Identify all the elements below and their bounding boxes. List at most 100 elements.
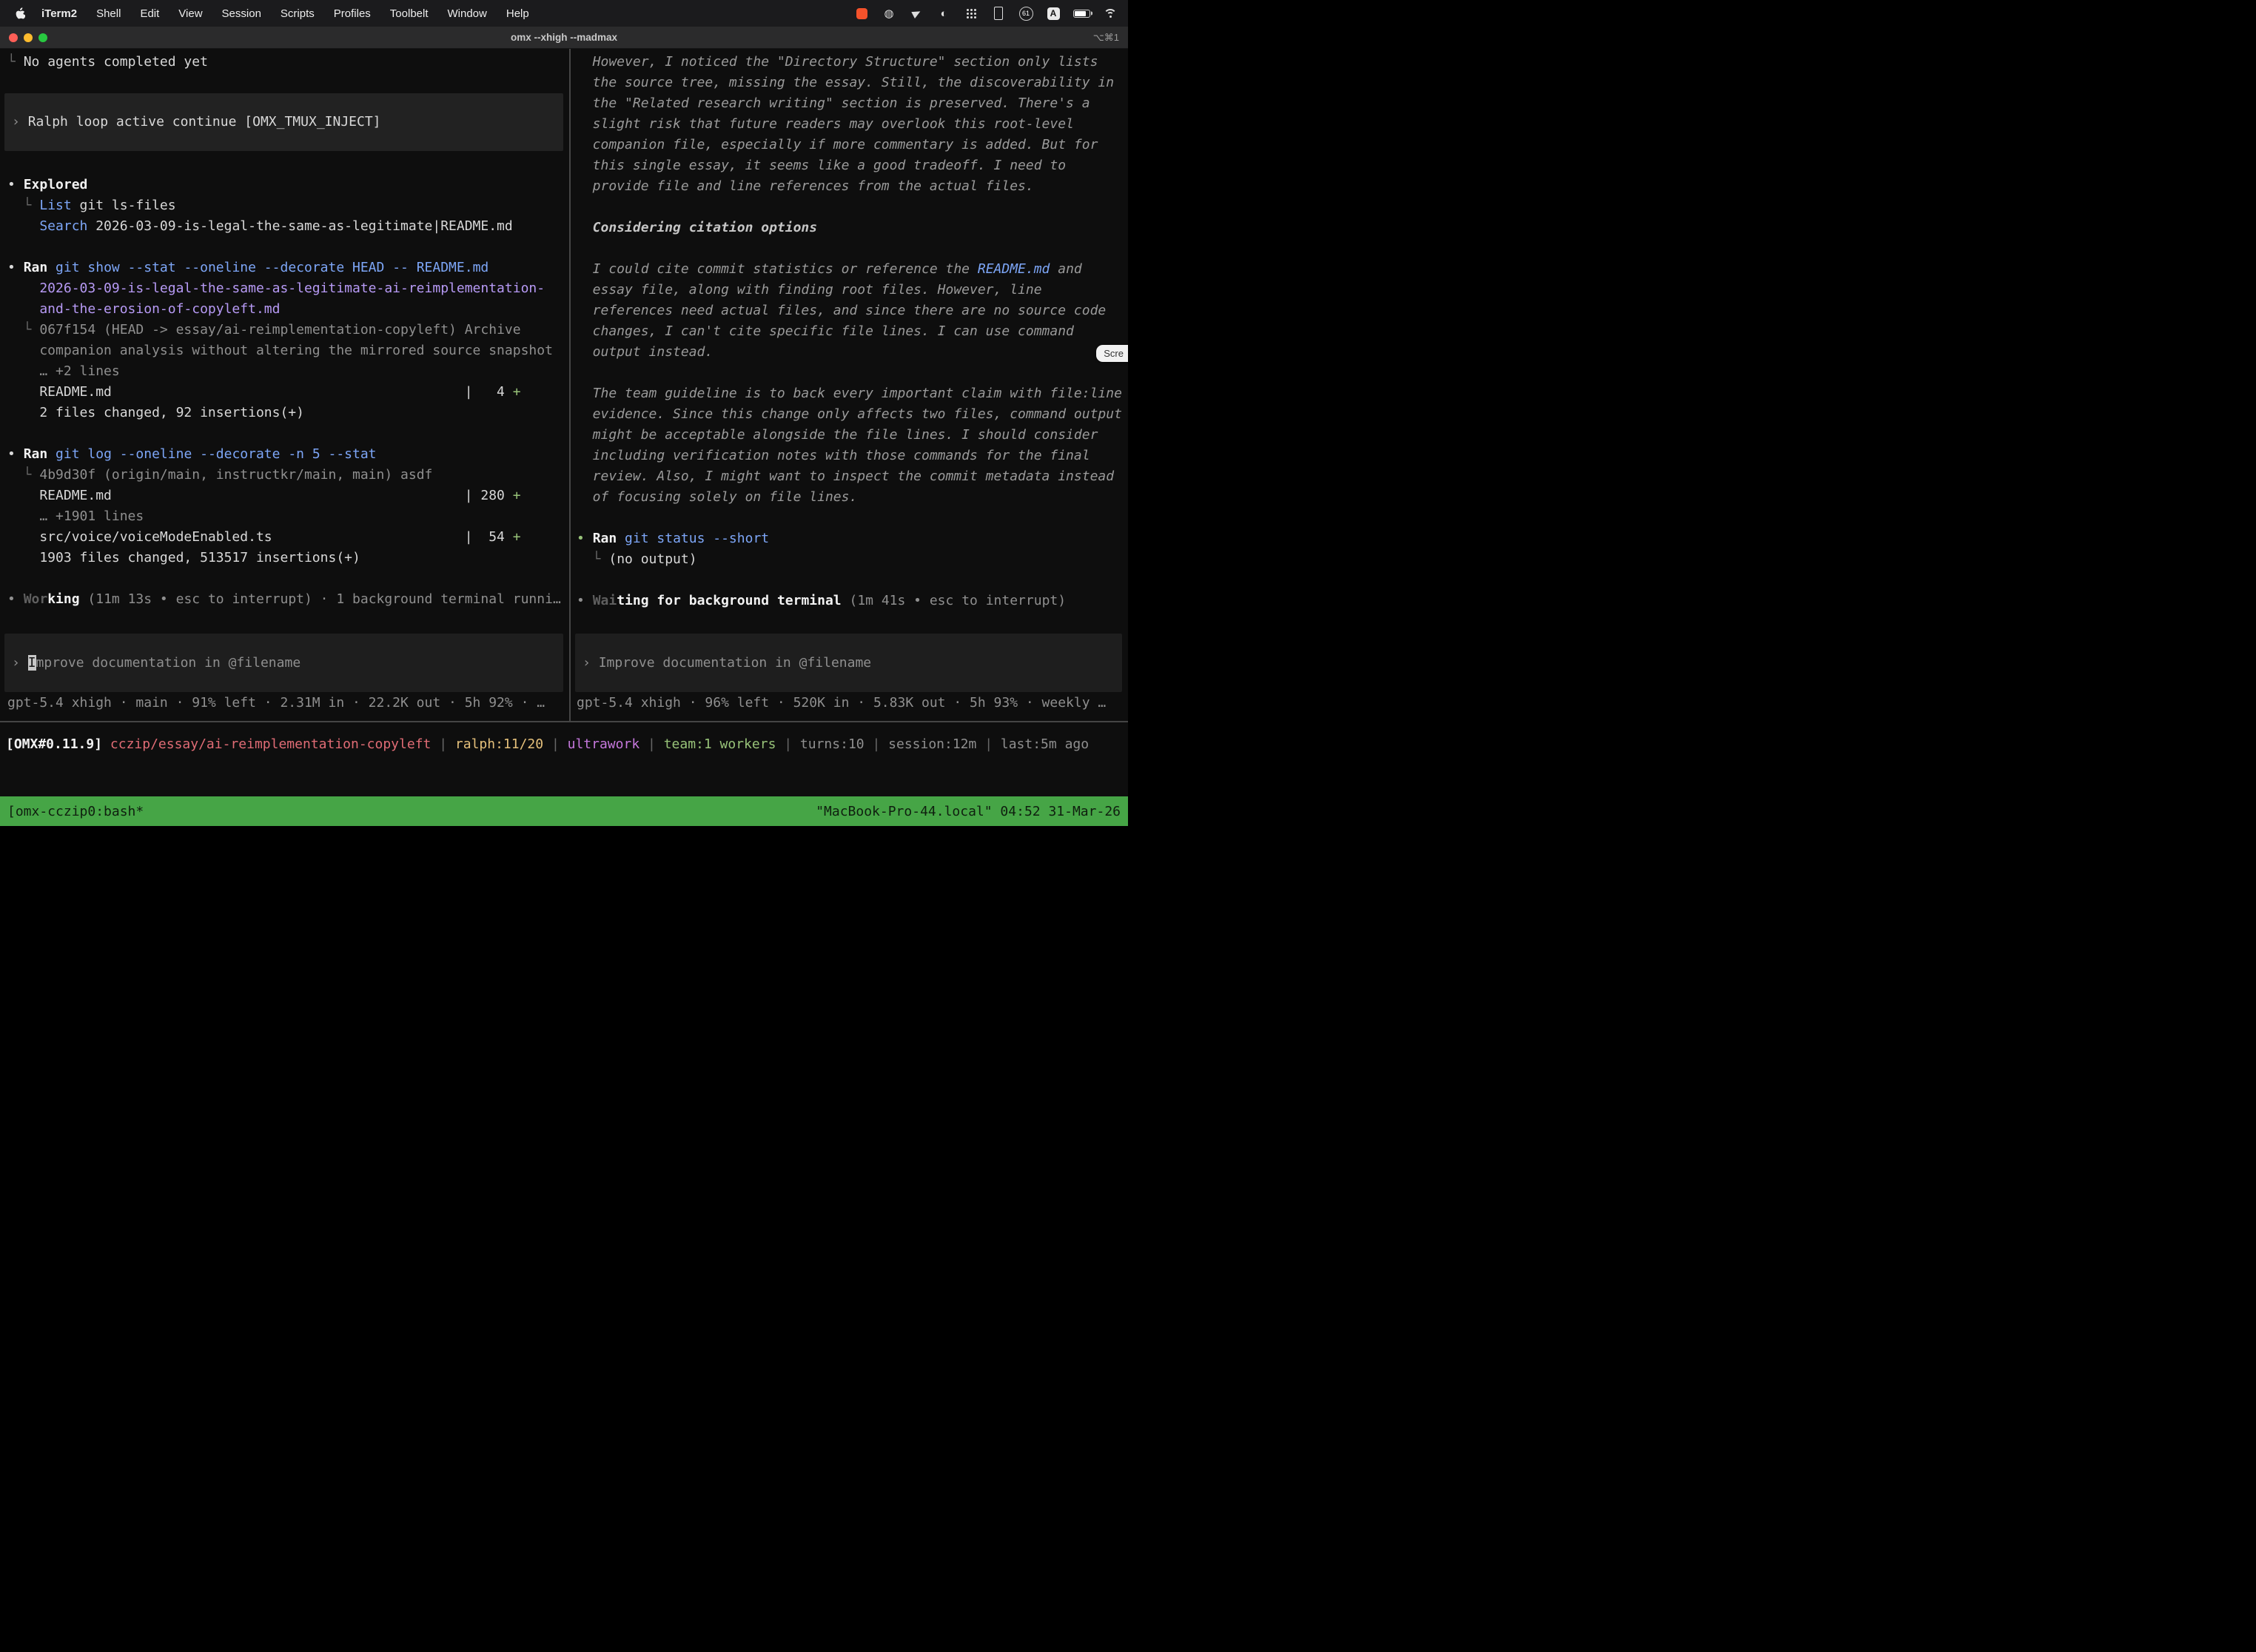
screen-recording-indicator-icon[interactable] bbox=[854, 5, 869, 21]
session-status-left: gpt-5.4 xhigh · main · 91% left · 2.31M … bbox=[7, 693, 569, 713]
terminal-line bbox=[577, 363, 1128, 383]
composer-input-right[interactable]: › Improve documentation in @filename bbox=[575, 634, 1122, 692]
menu-item-toolbelt[interactable]: Toolbelt bbox=[390, 7, 429, 20]
terminal-line: changes, I can't cite specific file line… bbox=[577, 321, 1128, 342]
screen: { "menu_bar": { "items": ["iTerm2","Shel… bbox=[0, 0, 1128, 826]
terminal-line: the "Related research writing" section i… bbox=[577, 93, 1128, 114]
terminal-line bbox=[7, 237, 569, 258]
terminal-line: 2026-03-09-is-legal-the-same-as-legitima… bbox=[7, 278, 569, 299]
keyboard-layout-icon[interactable]: A bbox=[1046, 5, 1061, 21]
terminal-line: slight risk that future readers may over… bbox=[577, 114, 1128, 135]
terminal-line bbox=[577, 570, 1128, 591]
circle-grid-icon[interactable]: ◍ bbox=[882, 5, 896, 21]
terminal-line: companion analysis without altering the … bbox=[7, 340, 569, 361]
app-grid-icon[interactable] bbox=[964, 5, 978, 21]
terminal-area: └ No agents completed yet › Ralph loop a… bbox=[0, 49, 1128, 721]
terminal-line: 2 files changed, 92 insertions(+) bbox=[7, 403, 569, 423]
terminal-line: README.md | 280 + bbox=[7, 486, 569, 506]
terminal-line: README.md | 4 + bbox=[7, 382, 569, 403]
agents-status-lines: └ No agents completed yet bbox=[7, 52, 569, 73]
screen-share-pill[interactable]: Scre bbox=[1096, 345, 1128, 362]
terminal-line: this single essay, it seems like a good … bbox=[577, 155, 1128, 176]
minimize-button[interactable] bbox=[24, 33, 33, 42]
terminal-line: └ 067f154 (HEAD -> essay/ai-reimplementa… bbox=[7, 320, 569, 340]
terminal-line bbox=[7, 423, 569, 444]
location-arrow-icon[interactable] bbox=[909, 5, 924, 21]
menu-item-profiles[interactable]: Profiles bbox=[334, 7, 371, 20]
terminal-line: companion file, especially if more comme… bbox=[577, 135, 1128, 155]
terminal-line bbox=[7, 568, 569, 589]
terminal-line: • Waiting for background terminal (1m 41… bbox=[577, 591, 1128, 611]
menu-item-iterm2[interactable]: iTerm2 bbox=[41, 7, 77, 20]
terminal-line: of focusing solely on file lines. bbox=[577, 487, 1128, 508]
menu-bar: iTerm2 Shell Edit View Session Scripts P… bbox=[0, 0, 1128, 27]
terminal-line: including verification notes with those … bbox=[577, 446, 1128, 466]
terminal-line: • Working (11m 13s • esc to interrupt) ·… bbox=[7, 589, 569, 610]
terminal-transcript-left: • Explored └ List git ls-files Search 20… bbox=[7, 175, 569, 610]
terminal-line: The team guideline is to back every impo… bbox=[577, 383, 1128, 404]
terminal-transcript-right: However, I noticed the "Directory Struct… bbox=[577, 52, 1128, 611]
close-button[interactable] bbox=[9, 33, 18, 42]
terminal-line: Considering citation options bbox=[577, 218, 1128, 238]
terminal-line: › Improve documentation in @filename bbox=[583, 653, 871, 674]
terminal-line: review. Also, I might want to inspect th… bbox=[577, 466, 1128, 487]
menu-item-window[interactable]: Window bbox=[448, 7, 487, 20]
terminal-line: output instead. bbox=[577, 342, 1128, 363]
right-terminal-pane[interactable]: However, I noticed the "Directory Struct… bbox=[571, 49, 1128, 721]
tmux-host-clock-label: "MacBook-Pro-44.local" 04:52 31-Mar-26 bbox=[816, 804, 1121, 819]
traffic-lights bbox=[9, 33, 47, 42]
terminal-line: I could cite commit statistics or refere… bbox=[577, 259, 1128, 280]
terminal-line bbox=[577, 508, 1128, 528]
terminal-line: └ (no output) bbox=[577, 549, 1128, 570]
terminal-line: … +1901 lines bbox=[7, 506, 569, 527]
menu-item-shell[interactable]: Shell bbox=[96, 7, 121, 20]
menu-item-view[interactable]: View bbox=[178, 7, 202, 20]
apple-menu-icon[interactable] bbox=[15, 7, 25, 20]
menu-item-edit[interactable]: Edit bbox=[140, 7, 159, 20]
window-shortcut-indicator: ⌥⌘1 bbox=[1093, 32, 1119, 44]
half-circle-icon[interactable]: ◐ bbox=[936, 5, 951, 21]
terminal-line bbox=[577, 197, 1128, 218]
terminal-line: essay file, along with finding root file… bbox=[577, 280, 1128, 300]
tmux-status-bar: [omx-cczip0:bash* "MacBook-Pro-44.local"… bbox=[0, 796, 1128, 826]
terminal-line: • Ran git status --short bbox=[577, 528, 1128, 549]
terminal-line: the source tree, missing the essay. Stil… bbox=[577, 73, 1128, 93]
terminal-line: • Explored bbox=[7, 175, 569, 195]
menu-item-scripts[interactable]: Scripts bbox=[281, 7, 315, 20]
omx-status-bar: [OMX#0.11.9] cczip/essay/ai-reimplementa… bbox=[0, 721, 1128, 796]
session-status-right: gpt-5.4 xhigh · 96% left · 520K in · 5.8… bbox=[577, 693, 1128, 713]
terminal-line: might be acceptable alongside the file l… bbox=[577, 425, 1128, 446]
terminal-line: and-the-erosion-of-copyleft.md bbox=[7, 299, 569, 320]
battery-percent-indicator[interactable]: 61 bbox=[1018, 5, 1033, 21]
terminal-line: • Ran git log --oneline --decorate -n 5 … bbox=[7, 444, 569, 465]
zoom-button[interactable] bbox=[38, 33, 47, 42]
menu-bar-extras: ◍ ◐ 61 A bbox=[854, 5, 1118, 21]
terminal-line: However, I noticed the "Directory Struct… bbox=[577, 52, 1128, 73]
terminal-line: 1903 files changed, 513517 insertions(+) bbox=[7, 548, 569, 568]
phone-mirroring-icon[interactable] bbox=[991, 5, 1006, 21]
composer-input-left[interactable]: › Improve documentation in @filename bbox=[4, 634, 563, 692]
terminal-line: └ 4b9d30f (origin/main, instructkr/main,… bbox=[7, 465, 569, 486]
terminal-line: • Ran git show --stat --oneline --decora… bbox=[7, 258, 569, 278]
terminal-line: [OMX#0.11.9] cczip/essay/ai-reimplementa… bbox=[6, 734, 1128, 755]
left-terminal-pane[interactable]: └ No agents completed yet › Ralph loop a… bbox=[0, 49, 571, 721]
terminal-line: references need actual files, and since … bbox=[577, 300, 1128, 321]
terminal-line: provide file and line references from th… bbox=[577, 176, 1128, 197]
window-title: omx --xhigh --madmax bbox=[0, 32, 1128, 43]
menu-item-help[interactable]: Help bbox=[506, 7, 529, 20]
terminal-line: src/voice/voiceModeEnabled.ts | 54 + bbox=[7, 527, 569, 548]
wifi-icon[interactable] bbox=[1103, 5, 1118, 21]
window-title-bar: omx --xhigh --madmax ⌥⌘1 bbox=[0, 27, 1128, 49]
menu-item-session[interactable]: Session bbox=[222, 7, 261, 20]
terminal-line bbox=[577, 238, 1128, 259]
terminal-line: › Improve documentation in @filename bbox=[12, 653, 301, 674]
terminal-line: Search 2026-03-09-is-legal-the-same-as-l… bbox=[7, 216, 569, 237]
terminal-line: › Ralph loop active continue [OMX_TMUX_I… bbox=[12, 112, 381, 132]
terminal-line: └ List git ls-files bbox=[7, 195, 569, 216]
terminal-line: evidence. Since this change only affects… bbox=[577, 404, 1128, 425]
terminal-line: └ No agents completed yet bbox=[7, 52, 569, 73]
battery-icon[interactable] bbox=[1073, 5, 1090, 21]
ralph-loop-banner: › Ralph loop active continue [OMX_TMUX_I… bbox=[4, 93, 563, 151]
menu-items: iTerm2 Shell Edit View Session Scripts P… bbox=[41, 7, 529, 20]
tmux-session-label: [omx-cczip0:bash* bbox=[7, 804, 144, 819]
